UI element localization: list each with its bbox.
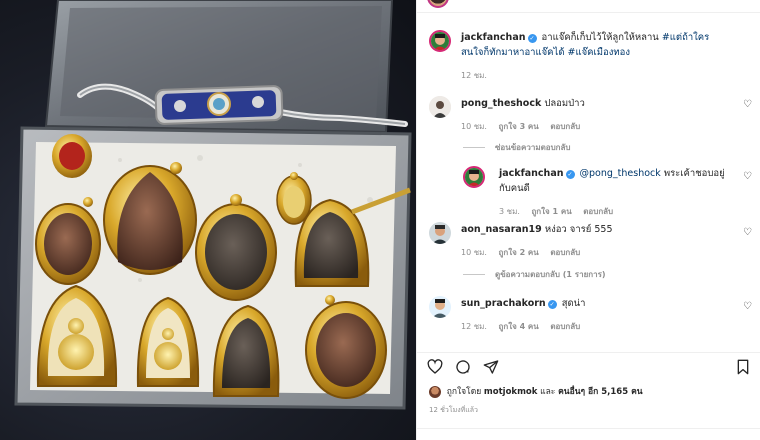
view-replies-toggle[interactable]: ดูข้อความตอบกลับ (1 รายการ)	[463, 268, 606, 281]
amulet-collection-image	[14, 0, 412, 410]
bookmark-icon[interactable]	[735, 359, 751, 375]
comment-username[interactable]: sun_prachakorn	[461, 298, 546, 309]
caption-time: 12 ชม.	[461, 71, 487, 80]
comment-text: ปลอมป่าว	[544, 98, 585, 109]
divider	[463, 147, 485, 148]
reply-username[interactable]: jackfanchan	[499, 168, 564, 179]
heart-icon[interactable]	[427, 359, 443, 375]
comment-likes[interactable]: ถูกใจ 4 คน	[499, 322, 539, 331]
comments-panel: jackfanchan ✓ อาแจ๊คก็เก็บไว้ให้ลูกให้หลา…	[416, 0, 760, 440]
comment-time: 10 ชม.	[461, 122, 487, 131]
hide-replies-toggle[interactable]: ซ่อนข้อความตอบกลับ	[463, 141, 571, 154]
reply-button[interactable]: ตอบกลับ	[583, 207, 613, 216]
verified-badge-icon: ✓	[547, 300, 557, 309]
post-timestamp[interactable]: 12 ชั่วโมงที่แล้ว	[429, 405, 478, 416]
liked-by-middle: และ	[540, 387, 556, 397]
heart-icon[interactable]: ♡	[743, 172, 753, 182]
share-icon[interactable]	[483, 359, 499, 375]
avatar[interactable]	[429, 296, 451, 318]
avatar[interactable]	[429, 30, 451, 52]
reply-button[interactable]: ตอบกลับ	[550, 322, 580, 331]
comment-time: 10 ชม.	[461, 248, 487, 257]
comment-likes[interactable]: ถูกใจ 2 คน	[499, 248, 539, 257]
comment-username[interactable]: pong_theshock	[461, 98, 541, 109]
reply-body: jackfanchan ✓ @pong_theshock พระเค้าชอบอย…	[499, 166, 731, 219]
heart-icon[interactable]: ♡	[743, 228, 753, 238]
view-replies-label[interactable]: ดูข้อความตอบกลับ (1 รายการ)	[495, 270, 606, 279]
caption-username[interactable]: jackfanchan	[461, 32, 526, 43]
reply-meta: 3 ชม. ถูกใจ 1 คน ตอบกลับ	[499, 204, 731, 219]
avatar[interactable]	[429, 96, 451, 118]
reply-button[interactable]: ตอบกลับ	[550, 248, 580, 257]
comment-icon[interactable]	[455, 359, 471, 375]
verified-badge-icon: ✓	[527, 34, 537, 43]
action-bar	[417, 352, 760, 378]
comment-meta: 10 ชม. ถูกใจ 2 คน ตอบกลับ	[461, 245, 731, 260]
avatar[interactable]	[463, 166, 485, 188]
comment-body: sun_prachakorn ✓ สุดน่า 12 ชม. ถูกใจ 4 คน…	[461, 296, 731, 334]
liked-by-others[interactable]: คนอื่นๆ อีก 5,165 คน	[558, 387, 643, 397]
divider	[463, 274, 485, 275]
comment-likes[interactable]: ถูกใจ 3 คน	[499, 122, 539, 131]
caption-text: อาแจ๊คก็เก็บไว้ให้ลูกให้หลาน	[541, 32, 659, 43]
user-avatar-icon	[429, 96, 451, 118]
heart-icon[interactable]: ♡	[743, 100, 753, 110]
comment-username[interactable]: aon_nasaran19	[461, 224, 542, 235]
caption-body: jackfanchan ✓ อาแจ๊คก็เก็บไว้ให้ลูกให้หลา…	[461, 30, 731, 83]
reply-likes[interactable]: ถูกใจ 1 คน	[531, 207, 571, 216]
reply-button[interactable]: ตอบกลับ	[550, 122, 580, 131]
header-divider	[417, 12, 760, 13]
comment-body: pong_theshock ปลอมป่าว 10 ชม. ถูกใจ 3 คน…	[461, 96, 731, 134]
user-avatar-icon	[465, 168, 483, 186]
reply-mention[interactable]: @pong_theshock	[580, 168, 661, 179]
user-avatar-icon	[431, 32, 449, 50]
footer-divider	[417, 428, 760, 429]
verified-badge-icon: ✓	[565, 170, 575, 179]
caption-hashtag[interactable]: #แจ๊คเมืองทอง	[568, 47, 630, 58]
comment-meta: 10 ชม. ถูกใจ 3 คน ตอบกลับ	[461, 119, 731, 134]
comment-time: 12 ชม.	[461, 322, 487, 331]
comment-text: สุดน่า	[561, 298, 586, 309]
liked-by: ถูกใจโดย motjokmok และ คนอื่นๆ อีก 5,165…	[429, 384, 643, 398]
liker-username[interactable]: motjokmok	[484, 387, 538, 397]
comment-body: aon_nasaran19 หง่อว จารย์ 555 10 ชม. ถูก…	[461, 222, 731, 260]
caption-meta: 12 ชม.	[461, 68, 731, 83]
comment-text: หง่อว จารย์ 555	[544, 224, 613, 235]
user-avatar-icon	[429, 296, 451, 318]
avatar[interactable]	[429, 222, 451, 244]
reply-time: 3 ชม.	[499, 207, 520, 216]
comment-meta: 12 ชม. ถูกใจ 4 คน ตอบกลับ	[461, 319, 731, 334]
user-avatar-icon	[429, 222, 451, 244]
liker-avatar[interactable]	[429, 385, 441, 398]
header-avatar[interactable]	[427, 0, 449, 8]
hide-replies-label[interactable]: ซ่อนข้อความตอบกลับ	[495, 143, 571, 152]
heart-icon[interactable]: ♡	[743, 302, 753, 312]
liked-by-prefix: ถูกใจโดย	[446, 387, 482, 397]
post-photo	[0, 0, 416, 440]
